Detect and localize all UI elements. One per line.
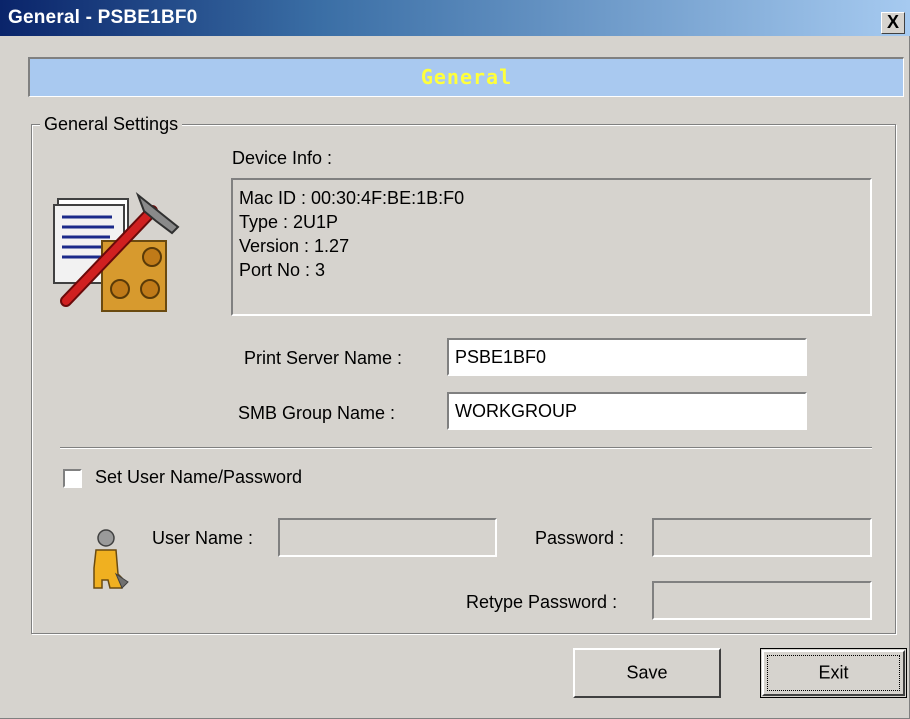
type-text: Type : 2U1P [239, 212, 339, 232]
close-button[interactable]: X [881, 12, 905, 34]
set-credentials-label[interactable]: Set User Name/Password [95, 467, 302, 488]
print-server-name-input[interactable] [447, 338, 807, 376]
set-credentials-checkbox[interactable] [63, 469, 82, 488]
save-button[interactable]: Save [573, 648, 721, 698]
general-dialog: General - PSBE1BF0 X General General Set… [0, 0, 910, 719]
header-banner: General [28, 57, 904, 97]
version-text: Version : 1.27 [239, 236, 350, 256]
retype-password-label: Retype Password : [466, 592, 618, 612]
password-input[interactable] [652, 518, 872, 557]
window-title: General - PSBE1BF0 [8, 7, 198, 28]
smb-group-name-label: SMB Group Name : [238, 403, 396, 423]
close-icon: X [886, 12, 899, 32]
exit-button[interactable]: Exit [760, 648, 907, 698]
user-name-label: User Name : [152, 528, 254, 548]
port-no-text: Port No : 3 [239, 260, 326, 280]
title-bar[interactable]: General - PSBE1BF0 X [0, 0, 910, 36]
device-info-box: Mac ID : 00:30:4F:BE:1B:F0 Type : 2U1P V… [231, 178, 872, 316]
group-label: General Settings [40, 114, 183, 135]
mac-id-text: Mac ID : 00:30:4F:BE:1B:F0 [239, 188, 465, 208]
exit-button-label: Exit [818, 662, 849, 683]
retype-password-input[interactable] [652, 581, 872, 620]
section-divider [60, 447, 872, 449]
device-info-label: Device Info : [232, 148, 333, 168]
user-name-input[interactable] [278, 518, 497, 557]
save-button-label: Save [626, 662, 668, 683]
user-icon [93, 529, 129, 589]
tools-settings-icon [53, 191, 180, 312]
banner-title: General [420, 65, 513, 89]
print-server-name-label: Print Server Name : [244, 348, 403, 368]
password-label: Password : [535, 528, 625, 548]
smb-group-name-input[interactable] [447, 392, 807, 430]
